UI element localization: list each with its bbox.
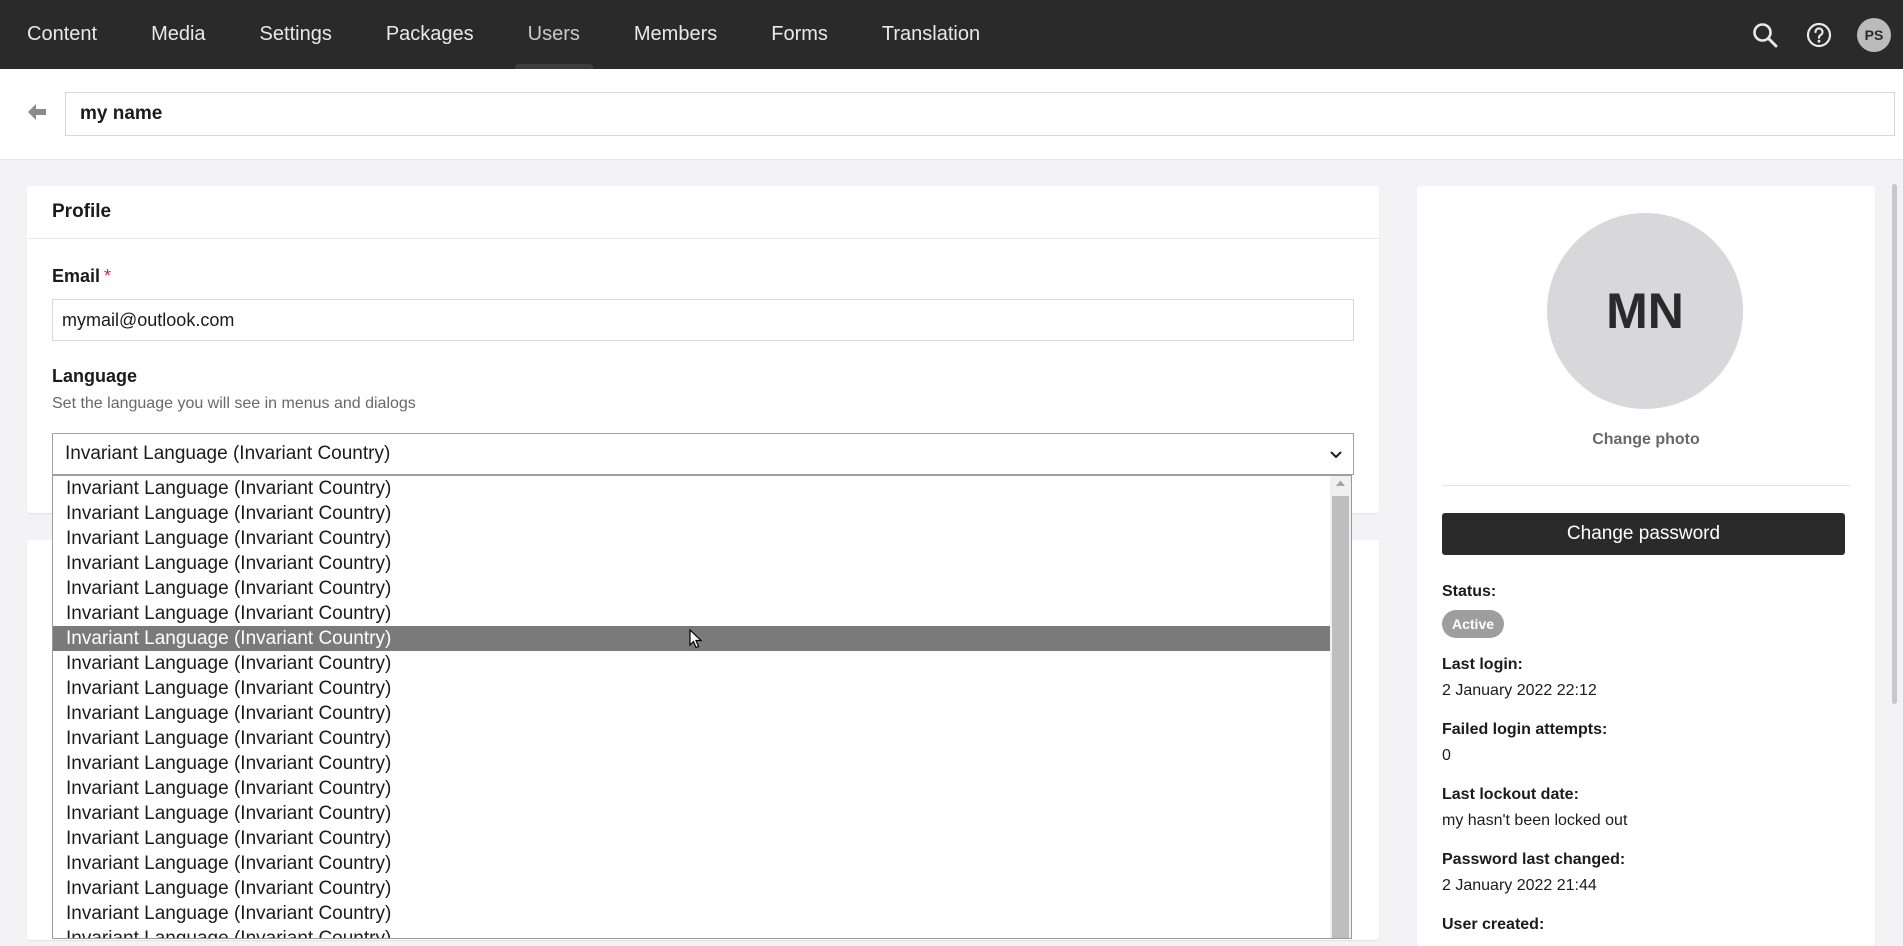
language-option[interactable]: Invariant Language (Invariant Country) [53,726,1330,751]
section-members[interactable]: Members [607,0,744,69]
mouse-cursor-icon [689,629,703,649]
profile-panel: Profile Email* Language Set the language… [27,186,1379,513]
language-option[interactable]: Invariant Language (Invariant Country) [53,776,1330,801]
section-list: Content Media Settings Packages Users Members… [0,0,1007,69]
language-option[interactable]: Invariant Language (Invariant Country) [53,501,1330,526]
page-scrollbar-thumb[interactable] [1892,184,1897,704]
user-name-input[interactable] [65,92,1895,136]
arrow-left-icon [28,104,46,120]
lockout-date-value: my hasn't been locked out [1442,812,1628,829]
section-translation[interactable]: Translation [855,0,1007,69]
section-forms[interactable]: Forms [744,0,855,69]
change-password-button[interactable]: Change password [1442,513,1845,555]
language-option[interactable]: Invariant Language (Invariant Country) [53,751,1330,776]
scroll-up-icon[interactable] [1335,479,1346,487]
language-label: Language [52,366,138,386]
language-option[interactable]: Invariant Language (Invariant Country) [53,901,1330,926]
required-marker: * [104,266,112,286]
profile-panel-title: Profile [27,186,1379,239]
language-options: Invariant Language (Invariant Country) In… [53,476,1351,938]
section-media[interactable]: Media [124,0,232,69]
lockout-date-label: Last lockout date: [1442,786,1579,803]
header-tools: PS [1749,0,1891,69]
section-settings[interactable]: Settings [233,0,359,69]
language-option[interactable]: Invariant Language (Invariant Country) [53,601,1330,626]
current-user-avatar[interactable]: PS [1857,17,1891,52]
language-select[interactable]: Invariant Language (Invariant Country) [52,433,1354,475]
language-option[interactable]: Invariant Language (Invariant Country) [53,676,1330,701]
section-packages[interactable]: Packages [359,0,501,69]
user-created-label: User created: [1442,916,1545,933]
email-label: Email * [52,266,111,287]
scrollbar-thumb[interactable] [1332,496,1349,938]
language-option[interactable]: Invariant Language (Invariant Country) [53,801,1330,826]
language-option[interactable]: Invariant Language (Invariant Country) [53,476,1330,501]
change-photo-link[interactable]: Change photo [1417,431,1875,449]
help-icon [1806,22,1832,47]
language-option[interactable]: Invariant Language (Invariant Country) [53,851,1330,876]
search-button[interactable] [1749,19,1781,51]
help-button[interactable] [1803,19,1835,51]
email-label-text: Email [52,266,101,286]
language-option[interactable]: Invariant Language (Invariant Country) [53,526,1330,551]
failed-attempts-value: 0 [1442,747,1451,764]
top-navigation: Content Media Settings Packages Users Members… [0,0,1903,69]
status-badge: Active [1442,610,1505,638]
options-scrollbar[interactable] [1330,476,1351,938]
password-changed-label: Password last changed: [1442,851,1626,868]
language-option[interactable]: Invariant Language (Invariant Country) [53,551,1330,576]
divider [1442,485,1850,486]
failed-attempts-label: Failed login attempts: [1442,721,1608,738]
user-info-panel: MN Change photo Change password Status: … [1417,186,1875,946]
language-option[interactable]: Invariant Language (Invariant Country) [53,576,1330,601]
language-options-list[interactable]: Invariant Language (Invariant Country) In… [52,475,1352,939]
section-content[interactable]: Content [0,0,124,69]
chevron-down-icon [1330,451,1342,459]
last-login-label: Last login: [1442,656,1523,673]
last-login-value: 2 January 2022 22:12 [1442,682,1597,699]
user-avatar: MN [1547,213,1743,409]
editor-header [0,69,1903,160]
language-option[interactable]: Invariant Language (Invariant Country) [53,701,1330,726]
email-field[interactable] [52,299,1354,341]
section-users[interactable]: Users [501,0,607,69]
status-label: Status: [1442,583,1497,600]
language-description: Set the language you will see in menus a… [52,395,416,412]
language-selected-value: Invariant Language (Invariant Country) [65,443,391,464]
search-icon [1753,22,1778,47]
language-option[interactable]: Invariant Language (Invariant Country) [53,651,1330,676]
back-button[interactable] [24,99,50,125]
language-option[interactable]: Invariant Language (Invariant Country) [53,876,1330,901]
language-option[interactable]: Invariant Language (Invariant Country) [53,926,1330,938]
password-changed-value: 2 January 2022 21:44 [1442,877,1597,894]
page-scrollbar[interactable] [1889,160,1903,939]
language-option[interactable]: Invariant Language (Invariant Country) [53,826,1330,851]
